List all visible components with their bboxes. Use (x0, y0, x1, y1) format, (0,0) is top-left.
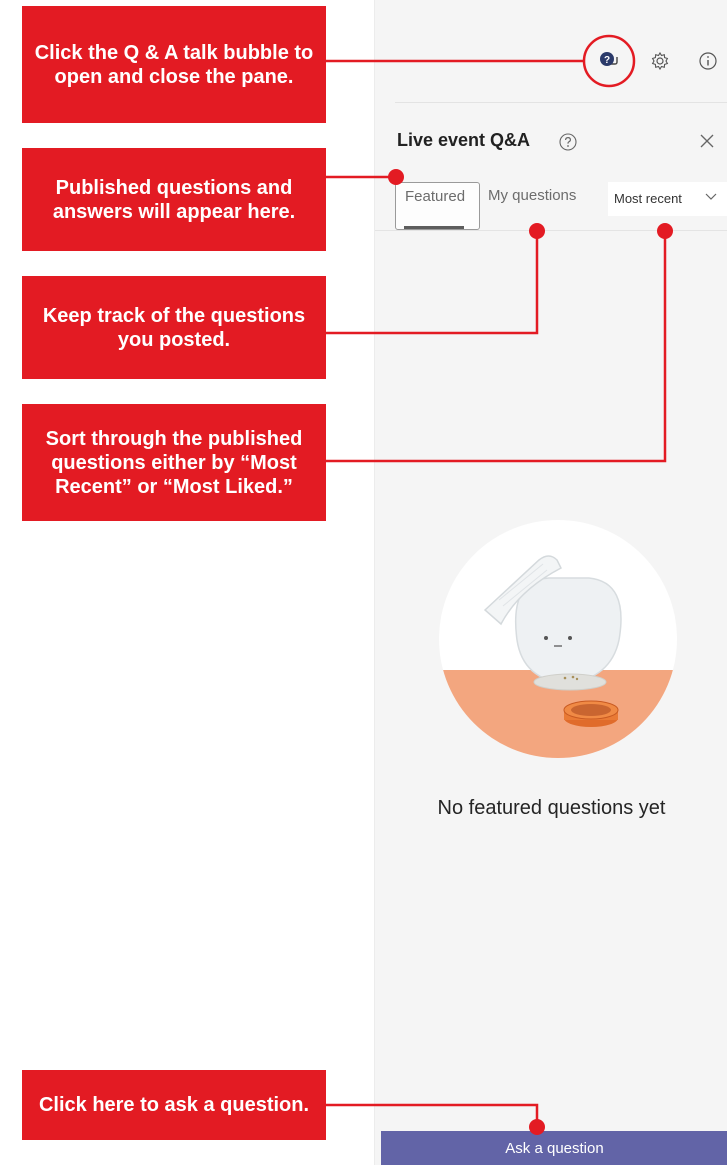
callout-qa-toggle: Click the Q & A talk bubble to open and … (22, 6, 326, 123)
empty-state-message: No featured questions yet (437, 797, 666, 819)
empty-jar-illustration (439, 520, 677, 758)
callout-featured: Published questions and answers will app… (22, 148, 326, 251)
info-icon[interactable] (695, 48, 721, 74)
svg-text:?: ? (604, 55, 610, 66)
tab-selected-indicator (404, 226, 464, 229)
callout-ask: Click here to ask a question. (22, 1070, 326, 1140)
sort-selected-value: Most recent (614, 191, 682, 206)
qa-pane: ? Live event Q&A Featured My questions M… (374, 0, 727, 1165)
gear-icon[interactable] (647, 48, 673, 74)
tabs-divider (375, 230, 727, 231)
tab-featured-label: Featured (405, 188, 466, 205)
pane-toolbar: ? (375, 48, 727, 78)
close-icon[interactable] (697, 131, 717, 151)
toolbar-divider (395, 102, 727, 103)
chevron-down-icon (705, 193, 717, 200)
tab-my-questions-label: My questions (488, 187, 577, 204)
sort-dropdown[interactable]: Most recent (608, 182, 727, 216)
ask-question-button[interactable]: Ask a question (381, 1131, 727, 1165)
callout-sort: Sort through the published questions eit… (22, 404, 326, 521)
qa-talk-bubble-icon[interactable]: ? (597, 48, 623, 74)
pane-title: Live event Q&A (397, 130, 531, 150)
help-icon[interactable] (558, 132, 578, 152)
callout-my-questions: Keep track of the questions you posted. (22, 276, 326, 379)
tab-my-questions[interactable]: My questions (488, 182, 576, 230)
tab-featured[interactable]: Featured (395, 182, 480, 230)
